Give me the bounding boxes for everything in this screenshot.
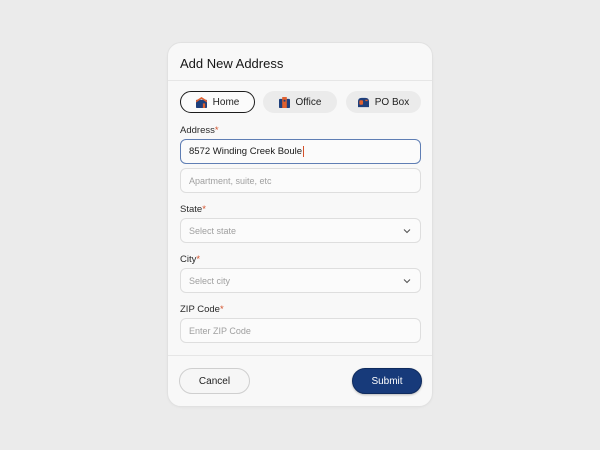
address-input[interactable]: 8572 Winding Creek Boule [180,139,421,164]
address-label: Address* [180,125,219,136]
city-select-placeholder: Select city [189,275,231,286]
state-label: State* [180,204,206,215]
zip-required-mark: * [219,304,224,315]
chevron-down-icon [403,279,411,284]
add-address-dialog: Add New Address Home Office PO Box Addre… [167,42,433,407]
address-required-mark: * [214,125,219,136]
address-line2-placeholder: Apartment, suite, etc [189,175,272,186]
address-type-office-label: Office [295,96,322,108]
address-input-value: 8572 Winding Creek Boule [189,146,303,157]
header-divider [168,80,432,81]
address-type-home[interactable]: Home [180,91,255,113]
address-type-pobox-label: PO Box [374,96,410,108]
footer-divider [168,355,432,356]
mailbox-icon [357,97,369,107]
state-select[interactable]: Select state [180,218,421,243]
state-required-mark: * [202,204,206,215]
state-select-placeholder: Select state [189,225,237,236]
zip-label: ZIP Code* [180,304,224,315]
chevron-down-icon [403,229,411,234]
dialog-title: Add New Address [180,56,284,71]
submit-button[interactable]: Submit [352,368,422,394]
zip-input[interactable]: Enter ZIP Code [180,318,421,343]
address-label-text: Address [180,125,215,136]
text-cursor [303,146,305,157]
house-icon [195,96,207,108]
address-type-pobox[interactable]: PO Box [346,91,421,113]
city-required-mark: * [196,254,201,265]
address-type-office[interactable]: Office [263,91,337,113]
address-type-home-label: Home [212,96,240,108]
state-label-text: State [180,204,203,215]
city-label: City* [180,254,200,265]
zip-input-placeholder: Enter ZIP Code [189,325,251,336]
city-label-text: City [180,254,197,265]
cancel-button[interactable]: Cancel [179,368,250,394]
zip-label-text: ZIP Code [180,304,220,315]
address-line2-input[interactable]: Apartment, suite, etc [180,168,421,193]
city-select[interactable]: Select city [180,268,421,293]
building-icon [278,96,290,108]
